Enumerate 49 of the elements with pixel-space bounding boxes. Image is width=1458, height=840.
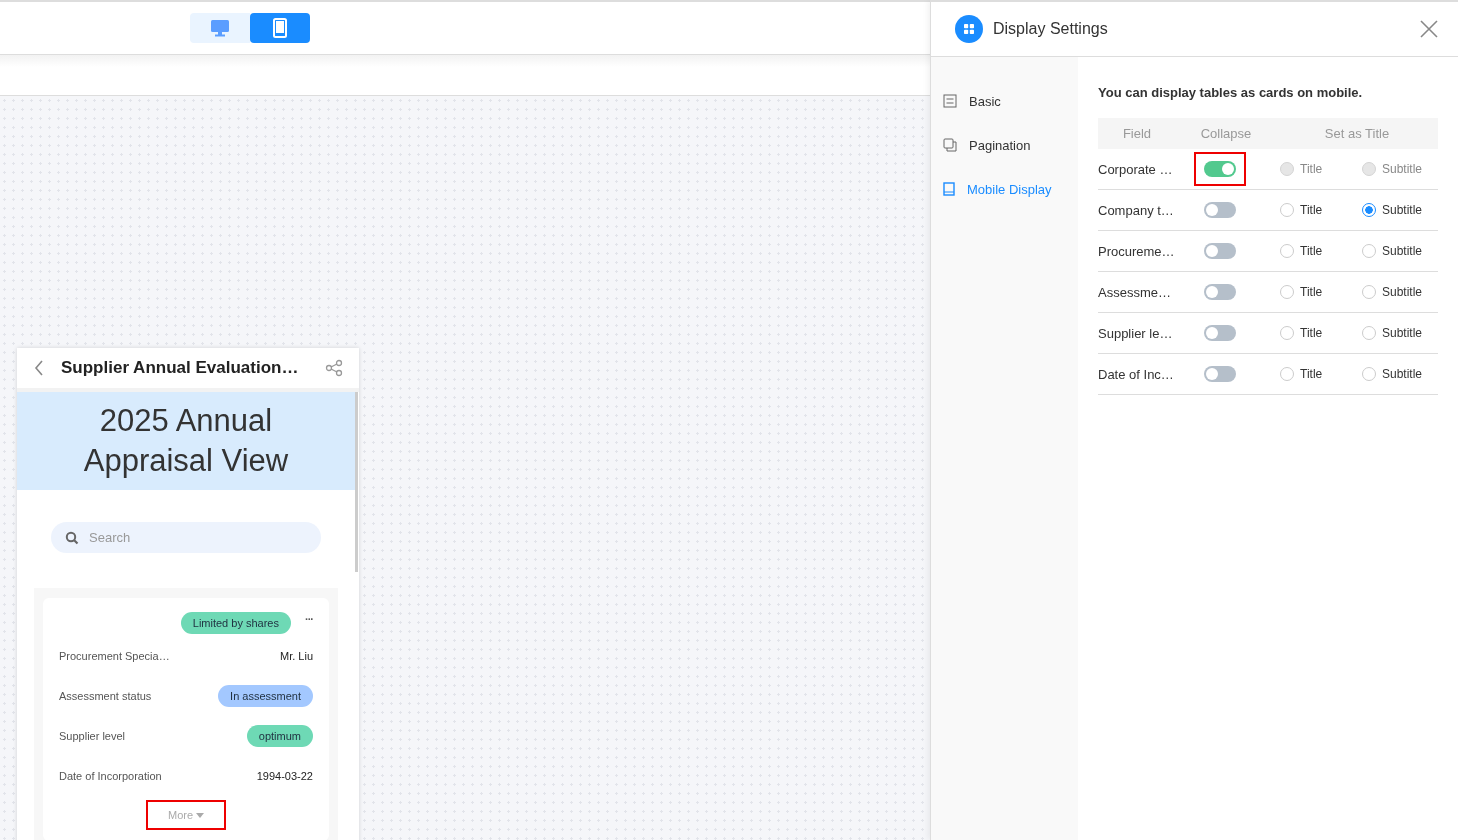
subtitle-radio[interactable]: Subtitle — [1362, 326, 1438, 340]
column-header: Set as Title — [1323, 126, 1391, 141]
title-radio[interactable]: Title — [1280, 244, 1342, 258]
search-field[interactable]: Search — [51, 522, 321, 553]
field-name: Company t… — [1098, 202, 1175, 218]
banner-title: 2025 Annual Appraisal View — [82, 402, 290, 480]
mobile-view-button[interactable] — [250, 13, 310, 43]
tablet-icon — [273, 18, 287, 38]
subtitle-radio[interactable]: Subtitle — [1362, 244, 1438, 258]
menu-item[interactable]: Pagination — [931, 123, 1078, 167]
tablet-icon — [943, 182, 955, 196]
field-label: Supplier level — [59, 730, 126, 742]
status-tag: optimum — [246, 725, 313, 747]
title-radio[interactable]: Title — [1280, 285, 1342, 299]
page-title: Supplier Annual Evaluation… — [61, 358, 300, 378]
field-name: Assessme… — [1098, 284, 1172, 300]
pages-icon — [943, 138, 957, 152]
desktop-view-button[interactable] — [190, 13, 250, 43]
description-text: You can display tables as cards on mobile. — [1098, 85, 1364, 100]
field-name: Date of Inc… — [1098, 366, 1175, 382]
column-header: Collapse — [1199, 126, 1253, 141]
title-radio[interactable]: Title — [1280, 367, 1342, 381]
subtitle-radio[interactable]: Subtitle — [1362, 285, 1438, 299]
back-icon[interactable] — [33, 359, 45, 377]
field-label: Assessment status — [59, 690, 152, 702]
menu-item[interactable]: Basic — [931, 79, 1078, 123]
field-label: Procurement Specia… — [59, 650, 170, 662]
subtitle-radio[interactable]: Subtitle — [1362, 203, 1438, 217]
sliders-icon — [943, 94, 957, 108]
monitor-icon — [210, 19, 230, 37]
field-name: Corporate … — [1098, 161, 1174, 177]
field-name: Procureme… — [1098, 243, 1176, 259]
field-value: Mr. Liu — [280, 650, 313, 662]
share-icon[interactable] — [325, 359, 343, 377]
more-options-button[interactable]: ··· — [305, 613, 313, 625]
close-icon[interactable] — [1420, 20, 1438, 38]
caret-icon — [196, 812, 205, 818]
field-label: Date of Incorporation — [59, 770, 162, 782]
grid-icon — [955, 15, 983, 43]
search-icon — [65, 531, 79, 545]
panel-title: Display Settings — [993, 20, 1109, 38]
title-radio[interactable]: Title — [1280, 326, 1342, 340]
column-header: Field — [1121, 126, 1153, 141]
subtitle-radio[interactable]: Subtitle — [1362, 367, 1438, 381]
status-tag: In assessment — [218, 685, 313, 707]
company-type-tag: Limited by shares — [180, 612, 291, 634]
field-value: 1994-03-22 — [256, 770, 313, 782]
field-name: Supplier le… — [1098, 325, 1174, 341]
title-radio[interactable]: Title — [1280, 203, 1342, 217]
